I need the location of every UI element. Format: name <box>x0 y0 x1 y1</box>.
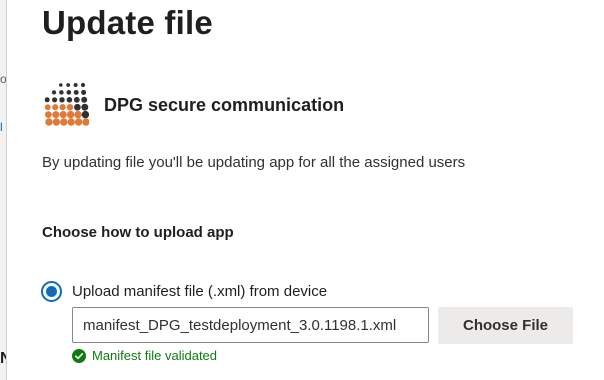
logo-dot <box>73 89 79 95</box>
logo-dot <box>67 118 75 126</box>
logo-dot <box>73 83 78 87</box>
logo-dot <box>81 96 88 103</box>
logo-dot <box>81 110 89 119</box>
app-name: DPG secure communication <box>104 95 345 115</box>
logo-dot <box>74 103 81 111</box>
logo-dot <box>45 118 53 126</box>
logo-dot <box>66 90 72 95</box>
background-link-fragment: l <box>0 120 3 134</box>
logo-dot <box>66 110 75 119</box>
logo-dot <box>52 97 58 103</box>
logo-dot <box>44 97 50 103</box>
logo-dot <box>73 96 80 103</box>
panel-title: Update file <box>42 4 213 41</box>
logo-dot <box>59 83 63 87</box>
logo-dot <box>60 118 68 126</box>
check-circle-icon <box>72 348 86 363</box>
upload-manifest-option[interactable]: Upload manifest file (.xml) from device <box>41 280 327 302</box>
logo-dot <box>59 90 64 95</box>
validation-status: Manifest file validated <box>72 348 217 363</box>
logo-dot <box>45 111 52 118</box>
logo-dot <box>74 118 83 126</box>
logo-dot <box>81 89 87 95</box>
logo-dot <box>59 104 66 111</box>
logo-dot <box>66 97 73 103</box>
update-file-panel: Update file DPG secure communication By … <box>7 0 604 380</box>
logo-dot <box>82 118 89 126</box>
logo-dot <box>80 82 86 88</box>
upload-manifest-label[interactable]: Upload manifest file (.xml) from device <box>72 283 327 300</box>
manifest-file-name-field[interactable]: manifest_DPG_testdeployment_3.0.1198.1.x… <box>72 307 429 343</box>
upload-manifest-radio[interactable] <box>41 280 62 302</box>
logo-dot <box>74 110 82 119</box>
validation-message: Manifest file validated <box>92 348 218 363</box>
logo-dot <box>59 111 67 119</box>
update-description: By updating file you'll be updating app … <box>42 154 466 171</box>
logo-dot <box>59 97 65 103</box>
radio-selected-dot <box>46 285 57 297</box>
logo-dot <box>52 104 59 111</box>
logo-dot <box>66 103 74 111</box>
logo-dot <box>44 104 51 111</box>
logo-dot <box>52 111 60 119</box>
app-logo-icon <box>44 82 89 126</box>
logo-dot <box>51 90 57 95</box>
logo-dot <box>81 103 89 111</box>
upload-method-heading: Choose how to upload app <box>42 224 234 241</box>
choose-file-button[interactable]: Choose File <box>438 307 573 344</box>
logo-dot <box>66 83 71 87</box>
logo-dot <box>52 118 61 126</box>
